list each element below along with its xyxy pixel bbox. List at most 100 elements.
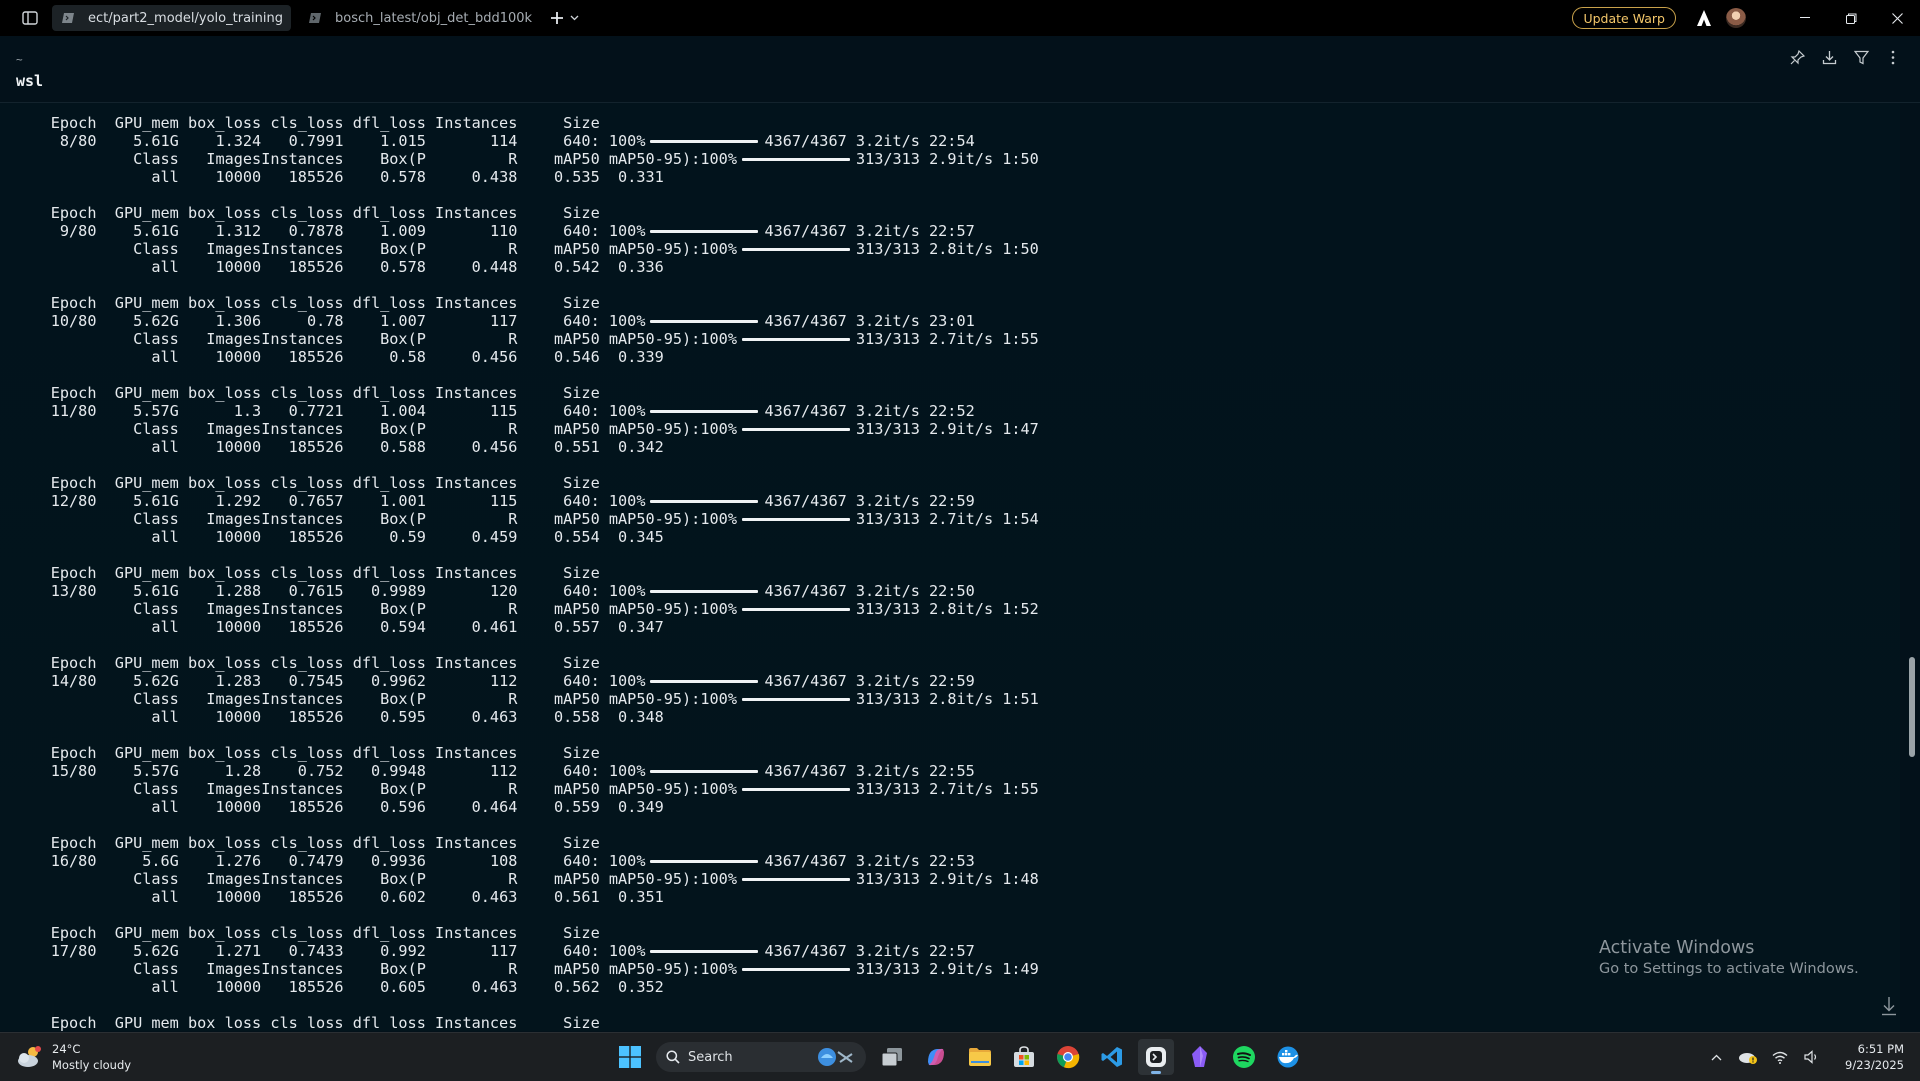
val-map50-95: 0.348	[618, 708, 664, 726]
column-header: dfl_loss	[352, 924, 426, 942]
tab-obj-det-bdd100k[interactable]: bosch_latest/obj_det_bdd100k	[299, 5, 540, 31]
val-class: all	[151, 168, 179, 186]
train-dfl-loss: 0.992	[380, 942, 426, 960]
val-percent: 100%	[700, 600, 737, 618]
val-column-header: Images	[206, 960, 262, 978]
val-rate: 313/313 2.8it/s 1:50	[855, 240, 1039, 258]
train-rate: 4367/4367 3.2it/s 23:01	[764, 312, 975, 330]
train-rate: 4367/4367 3.2it/s 22:57	[764, 942, 975, 960]
tab-yolo-training[interactable]: ect/part2_model/yolo_training	[52, 5, 291, 31]
val-box-p: 0.578	[380, 258, 426, 276]
val-rate: 313/313 2.8it/s 1:51	[855, 690, 1039, 708]
train-box-loss: 1.28	[224, 762, 262, 780]
spotify-app[interactable]	[1226, 1039, 1262, 1075]
train-size: 640:	[563, 942, 600, 960]
column-header: Epoch	[50, 744, 97, 762]
val-column-header: Instances	[261, 600, 344, 618]
minimize-button[interactable]	[1782, 0, 1828, 36]
sidebar-toggle-icon[interactable]	[16, 4, 44, 32]
train-dfl-loss: 1.007	[380, 312, 426, 330]
column-header: Size	[563, 654, 600, 672]
val-class: all	[151, 348, 179, 366]
docker-app[interactable]	[1270, 1039, 1306, 1075]
val-images: 10000	[215, 438, 262, 456]
column-header: dfl_loss	[352, 1014, 426, 1031]
val-map50-95: 0.347	[618, 618, 664, 636]
show-hidden-icons-button[interactable]	[1705, 1046, 1727, 1068]
val-rate: 313/313 2.9it/s 1:47	[855, 420, 1039, 438]
train-dfl-loss: 0.9936	[371, 852, 426, 870]
terminal-output[interactable]: Epoch GPU_mem box_loss cls_loss dfl_loss Inst…	[0, 103, 1900, 1031]
chevron-down-icon[interactable]	[570, 15, 579, 21]
weather-widget[interactable]: 24°C Mostly cloudy	[16, 1041, 131, 1073]
val-val-instances: 185526	[288, 348, 344, 366]
new-tab-button[interactable]	[550, 11, 579, 25]
val-column-header: mAP50	[554, 510, 600, 528]
val-column-header: Box(P	[380, 330, 426, 348]
val-images: 10000	[215, 798, 262, 816]
train-instances: 112	[489, 762, 518, 780]
vscode-icon	[1101, 1047, 1122, 1067]
column-header: Epoch	[50, 474, 97, 492]
avatar[interactable]	[1726, 8, 1746, 28]
close-button[interactable]	[1874, 0, 1920, 36]
column-header: Epoch	[50, 294, 97, 312]
restore-button[interactable]	[1828, 0, 1874, 36]
filter-output-button[interactable]	[1852, 48, 1870, 66]
update-warp-button[interactable]: Update Warp	[1572, 7, 1676, 29]
microsoft-store-app[interactable]	[1006, 1039, 1042, 1075]
column-header: Epoch	[50, 564, 97, 582]
windows-start-icon	[619, 1046, 641, 1068]
column-header: box_loss	[188, 474, 262, 492]
val-progress-bar	[741, 248, 850, 251]
obsidian-app[interactable]	[1182, 1039, 1218, 1075]
val-progress-bar	[741, 428, 850, 431]
val-column-header: mAP50-95):	[608, 960, 701, 978]
task-view-button[interactable]	[874, 1039, 910, 1075]
file-explorer-app[interactable]	[962, 1039, 998, 1075]
column-header: Epoch	[50, 204, 97, 222]
scrollbar-thumb[interactable]	[1909, 657, 1915, 757]
train-size: 640:	[563, 582, 600, 600]
column-header: dfl_loss	[352, 204, 426, 222]
train-size: 640:	[563, 312, 600, 330]
val-r: 0.456	[471, 438, 518, 456]
minimize-icon	[1800, 17, 1810, 18]
val-images: 10000	[215, 168, 262, 186]
val-column-header: Class	[133, 510, 179, 528]
terminal-tab-icon	[309, 11, 323, 25]
wifi-tray-icon[interactable]	[1769, 1046, 1791, 1068]
pin-block-button[interactable]	[1788, 48, 1806, 66]
val-map50-95: 0.351	[618, 888, 664, 906]
val-column-header: Class	[133, 600, 179, 618]
column-header: box_loss	[188, 1014, 262, 1031]
train-progress-bar	[650, 500, 759, 503]
column-header: GPU_mem	[114, 564, 179, 582]
save-output-button[interactable]	[1820, 48, 1838, 66]
block-menu-button[interactable]	[1884, 48, 1902, 66]
scroll-to-bottom-button[interactable]	[1878, 994, 1900, 1018]
train-box-loss: 1.306	[215, 312, 262, 330]
start-button[interactable]	[612, 1039, 648, 1075]
column-header: dfl_loss	[352, 384, 426, 402]
taskbar-clock[interactable]: 6:51 PM 9/23/2025	[1845, 1041, 1904, 1073]
train-size: 640:	[563, 402, 600, 420]
val-column-header: R	[508, 780, 518, 798]
train-box-loss: 1.3	[233, 402, 262, 420]
val-percent: 100%	[700, 240, 737, 258]
volume-tray-icon[interactable]	[1801, 1046, 1823, 1068]
val-column-header: Instances	[261, 420, 344, 438]
train-gpu-mem: 5.57G	[133, 762, 179, 780]
vscode-app[interactable]	[1094, 1039, 1130, 1075]
taskbar-search[interactable]: Search	[656, 1042, 866, 1072]
val-column-header: R	[508, 870, 518, 888]
train-epoch: 11/80	[50, 402, 97, 420]
copilot-app[interactable]	[918, 1039, 954, 1075]
warp-logo-icon[interactable]	[1694, 8, 1714, 28]
warp-terminal-app[interactable]	[1138, 1039, 1174, 1075]
val-images: 10000	[215, 888, 262, 906]
chrome-app[interactable]	[1050, 1039, 1086, 1075]
column-header: GPU_mem	[114, 654, 179, 672]
onedrive-tray-icon[interactable]	[1737, 1046, 1759, 1068]
column-header: Size	[563, 204, 600, 222]
